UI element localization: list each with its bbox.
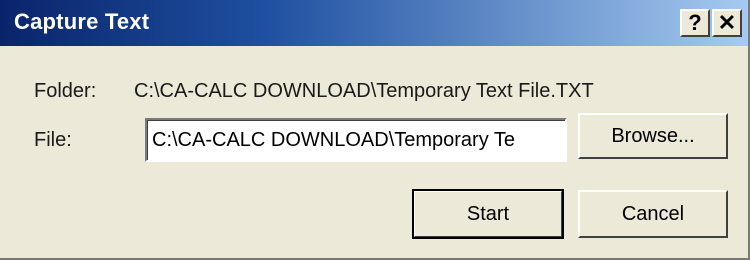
title-bar[interactable]: Capture Text ? ✕: [0, 0, 748, 46]
start-button[interactable]: Start: [412, 189, 564, 239]
cancel-button[interactable]: Cancel: [578, 190, 728, 238]
close-icon: ✕: [717, 10, 737, 35]
help-button[interactable]: ?: [680, 9, 710, 37]
start-button-label: Start: [466, 202, 510, 225]
capture-text-dialog: Capture Text ? ✕ Folder: C:\CA-CALC DOWN…: [0, 0, 750, 260]
folder-path: C:\CA-CALC DOWNLOAD\Temporary Text File.…: [134, 80, 594, 102]
file-path-input[interactable]: C:\CA-CALC DOWNLOAD\Temporary Te: [145, 118, 567, 162]
cancel-button-label: Cancel: [621, 202, 685, 225]
browse-button[interactable]: Browse...: [578, 113, 728, 159]
folder-label: Folder:: [34, 80, 97, 102]
close-button[interactable]: ✕: [712, 9, 742, 37]
file-label: File:: [34, 129, 72, 151]
browse-button-label: Browse...: [611, 124, 695, 147]
window-title: Capture Text: [14, 9, 150, 34]
help-icon: ?: [688, 10, 702, 35]
